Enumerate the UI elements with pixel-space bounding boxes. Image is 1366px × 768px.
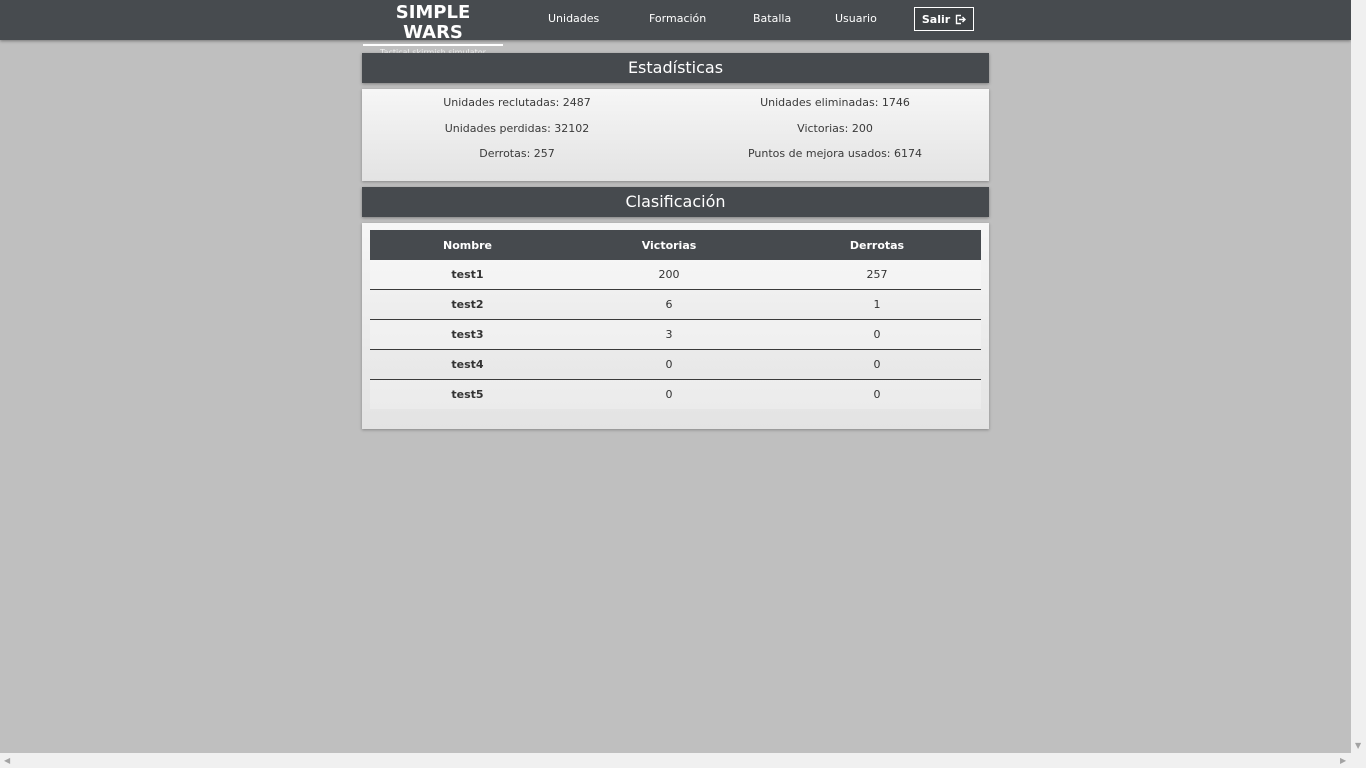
nav-link-unidades[interactable]: Unidades	[548, 12, 599, 26]
stat-recruited: Unidades reclutadas: 2487	[443, 96, 591, 109]
player-name: test1	[370, 260, 565, 290]
vertical-scrollbar[interactable]: ▼	[1351, 0, 1366, 753]
stat-victories: Victorias: 200	[797, 122, 873, 135]
player-victories: 200	[565, 260, 773, 290]
stats-header: Estadísticas	[362, 53, 989, 83]
player-defeats: 0	[773, 319, 981, 350]
nav-link-formacion[interactable]: Formación	[649, 12, 706, 26]
stat-defeats: Derrotas: 257	[479, 147, 555, 160]
table-row: test3 3 0	[370, 319, 981, 350]
top-navbar: SIMPLE WARS Tactical skirmish simulator …	[0, 0, 1351, 57]
ranking-header: Clasificación	[362, 187, 989, 217]
column-header-victories[interactable]: Victorias	[565, 230, 773, 260]
player-victories: 6	[565, 289, 773, 320]
logo-title: SIMPLE WARS	[363, 3, 503, 46]
player-name: test2	[370, 289, 565, 320]
table-header-row: Nombre Victorias Derrotas	[370, 230, 981, 260]
column-header-name[interactable]: Nombre	[370, 230, 565, 260]
horizontal-scrollbar[interactable]: ◀ ▶	[0, 753, 1366, 768]
scroll-down-arrow-icon[interactable]: ▼	[1355, 742, 1361, 750]
logout-icon	[955, 14, 967, 25]
scroll-left-arrow-icon[interactable]: ◀	[4, 757, 10, 765]
stats-panel: Unidades reclutadas: 2487 Unidades elimi…	[362, 89, 989, 181]
player-name: test3	[370, 319, 565, 350]
player-name: test4	[370, 349, 565, 380]
player-defeats: 257	[773, 260, 981, 290]
nav-link-usuario[interactable]: Usuario	[835, 12, 877, 26]
logout-button[interactable]: Salir	[914, 7, 974, 31]
table-row: test2 6 1	[370, 289, 981, 320]
stat-upgrade-points: Puntos de mejora usados: 6174	[747, 147, 922, 160]
player-defeats: 0	[773, 349, 981, 380]
table-row: test5 0 0	[370, 379, 981, 409]
table-row: test4 0 0	[370, 349, 981, 380]
column-header-defeats[interactable]: Derrotas	[773, 230, 981, 260]
scroll-right-arrow-icon[interactable]: ▶	[1340, 757, 1346, 765]
player-defeats: 1	[773, 289, 981, 320]
player-victories: 0	[565, 349, 773, 380]
ranking-table: Nombre Victorias Derrotas test1 200 257 …	[370, 230, 981, 409]
logout-label: Salir	[921, 12, 951, 26]
player-victories: 0	[565, 379, 773, 409]
table-row: test1 200 257	[370, 260, 981, 290]
player-victories: 3	[565, 319, 773, 350]
app-logo[interactable]: SIMPLE WARS Tactical skirmish simulator	[363, 3, 503, 58]
player-name: test5	[370, 379, 565, 409]
stat-eliminated: Unidades eliminadas: 1746	[760, 96, 910, 109]
stat-lost: Unidades perdidas: 32102	[444, 122, 590, 135]
nav-link-batalla[interactable]: Batalla	[753, 12, 791, 26]
player-defeats: 0	[773, 379, 981, 409]
ranking-panel: Nombre Victorias Derrotas test1 200 257 …	[362, 223, 989, 429]
